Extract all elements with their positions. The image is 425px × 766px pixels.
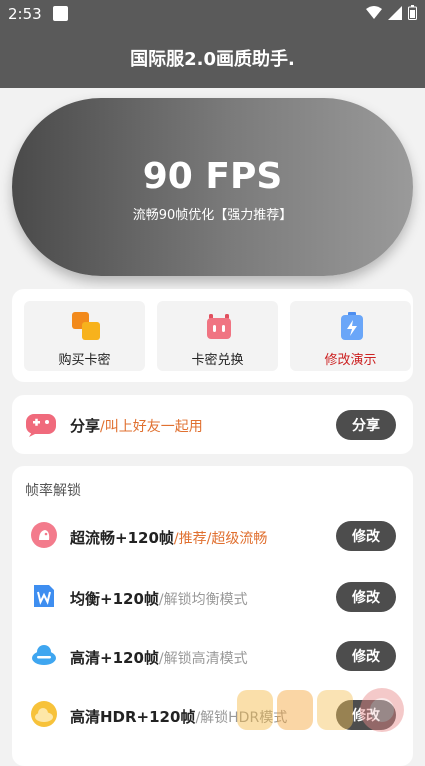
row-title-text: 超流畅+120帧 xyxy=(70,529,174,547)
modify-button[interactable]: 修改 xyxy=(336,641,396,671)
cloud-icon xyxy=(32,645,56,665)
document-w-icon xyxy=(34,585,54,607)
battery-charge-icon xyxy=(341,312,363,340)
modify-button[interactable]: 修改 xyxy=(336,521,396,551)
fps-hero-banner[interactable]: 90 FPS 流畅90帧优化【强力推荐】 xyxy=(12,98,413,276)
row-title: 高清+120帧/解锁高清模式 xyxy=(70,647,248,668)
share-title: 分享/叫上好友一起用 xyxy=(70,415,203,436)
list-item-hd: 高清+120帧/解锁高清模式 修改 xyxy=(12,630,413,686)
share-title-text: 分享 xyxy=(70,417,101,435)
battery-icon xyxy=(408,5,417,20)
row-title: 均衡+120帧/解锁均衡模式 xyxy=(70,588,248,609)
buy-card-button[interactable]: 购买卡密 xyxy=(24,301,145,371)
list-item-balanced: 均衡+120帧/解锁均衡模式 修改 xyxy=(12,571,413,627)
bird-icon xyxy=(31,522,57,548)
row-hint: /解锁均衡模式 xyxy=(158,592,248,608)
buy-card-label: 购买卡密 xyxy=(58,353,111,368)
demo-button[interactable]: 修改演示 xyxy=(290,301,411,371)
app-title: 国际服2.0画质助手. xyxy=(130,49,295,70)
gamepad-icon xyxy=(26,414,56,437)
wifi-icon xyxy=(366,5,382,19)
cards-icon xyxy=(72,312,100,340)
row-title-text: 高清HDR+120帧 xyxy=(70,708,196,726)
signal-icon xyxy=(388,5,402,20)
share-button[interactable]: 分享 xyxy=(336,410,396,440)
row-title: 超流畅+120帧/推荐/超级流畅 xyxy=(70,527,267,548)
row-hint: /推荐/超级流畅 xyxy=(173,531,268,547)
row-title-text: 高清+120帧 xyxy=(70,649,159,667)
quick-actions-card: 购买卡密 卡密兑换 修改演示 xyxy=(12,289,413,382)
row-hint: /解锁高清模式 xyxy=(158,651,248,667)
fps-subtitle: 流畅90帧优化【强力推荐】 xyxy=(132,208,293,223)
status-time: 2:53 xyxy=(8,5,42,23)
notification-icon xyxy=(53,6,68,21)
trash-bin-icon xyxy=(207,314,231,339)
row-title-text: 均衡+120帧 xyxy=(70,590,159,608)
status-bar: 2:53 xyxy=(0,0,425,28)
redeem-card-button[interactable]: 卡密兑换 xyxy=(157,301,278,371)
watermark-logo xyxy=(237,688,404,732)
cloud-sun-icon xyxy=(31,701,57,727)
redeem-card-label: 卡密兑换 xyxy=(191,353,244,368)
demo-label: 修改演示 xyxy=(324,353,377,368)
share-hint: /叫上好友一起用 xyxy=(100,419,203,435)
list-item-super-smooth: 超流畅+120帧/推荐/超级流畅 修改 xyxy=(12,510,413,566)
fps-value: 90 FPS xyxy=(142,156,283,197)
app-bar: 国际服2.0画质助手. xyxy=(0,28,425,88)
share-card: 分享/叫上好友一起用 分享 xyxy=(12,395,413,454)
modify-button[interactable]: 修改 xyxy=(336,582,396,612)
section-heading: 帧率解锁 xyxy=(25,483,81,499)
